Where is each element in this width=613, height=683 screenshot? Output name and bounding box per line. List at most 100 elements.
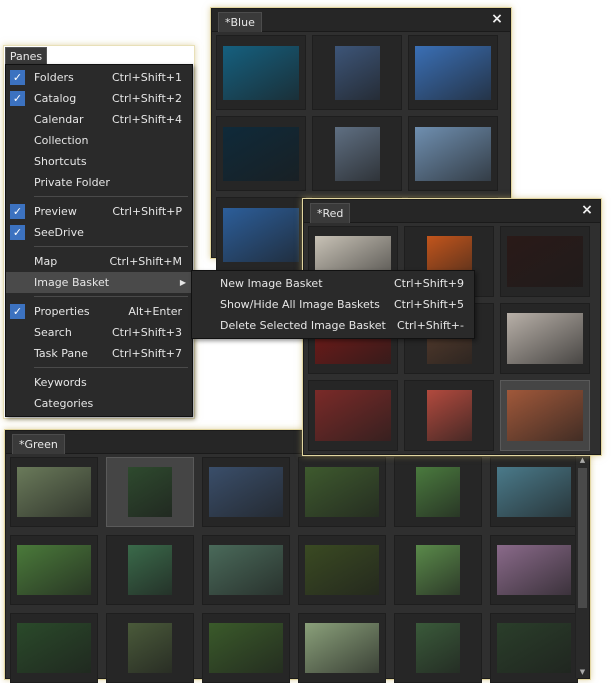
- thumbnail-cell[interactable]: [312, 35, 402, 110]
- menu-item-shortcut: Ctrl+Shift+2: [111, 92, 182, 105]
- check-icon: ✓: [10, 225, 25, 240]
- thumbnail-cell[interactable]: [408, 116, 498, 191]
- thumbnail-cell[interactable]: [308, 380, 398, 451]
- thumbnail-cell[interactable]: [500, 303, 590, 374]
- panes-menu-item-categories[interactable]: Categories: [6, 393, 192, 414]
- thumbnail-cell[interactable]: [298, 613, 386, 683]
- panes-menu-item-image-basket[interactable]: Image Basket ▶: [6, 272, 192, 293]
- panes-menu-item-collection[interactable]: Collection: [6, 130, 192, 151]
- red-basket-tab[interactable]: *Red: [310, 203, 351, 223]
- panes-menu-item-shortcuts[interactable]: Shortcuts: [6, 151, 192, 172]
- panes-menu-item-private-folder[interactable]: Private Folder: [6, 172, 192, 193]
- thumbnail-image: [315, 389, 391, 442]
- thumbnail-cell[interactable]: [216, 116, 306, 191]
- green-basket-tab[interactable]: *Green: [12, 434, 65, 454]
- thumbnail-cell[interactable]: [106, 535, 194, 605]
- thumbnail-cell[interactable]: [298, 535, 386, 605]
- blue-basket-tab[interactable]: *Blue: [218, 12, 262, 32]
- menu-item-label: Shortcuts: [34, 155, 87, 168]
- thumbnail-cell[interactable]: [298, 457, 386, 527]
- panes-menu: ✓ Folders Ctrl+Shift+1 ✓ Catalog Ctrl+Shift+2…: [5, 64, 193, 417]
- menu-item-shortcut: Ctrl+Shift+4: [111, 113, 182, 126]
- thumbnail-cell[interactable]: [106, 613, 194, 683]
- red-basket-titlebar[interactable]: *Red ×: [304, 200, 600, 223]
- thumbnail-cell[interactable]: [394, 457, 482, 527]
- check-icon: ✓: [10, 70, 25, 85]
- thumbnail-cell[interactable]: [394, 535, 482, 605]
- thumbnail-image: [416, 622, 460, 674]
- thumbnail-image: [416, 544, 460, 596]
- thumbnail-cell[interactable]: [216, 35, 306, 110]
- panes-menu-item-preview[interactable]: ✓ Preview Ctrl+Shift+P: [6, 201, 192, 222]
- thumbnail-image: [128, 622, 172, 674]
- thumbnail-cell[interactable]: [404, 380, 494, 451]
- panes-menu-item-keywords[interactable]: Keywords: [6, 372, 192, 393]
- menu-item-shortcut: Ctrl+Shift+7: [111, 347, 182, 360]
- thumbnail-cell[interactable]: [490, 535, 578, 605]
- panes-menu-item-map[interactable]: Map Ctrl+Shift+M: [6, 251, 192, 272]
- menu-separator: [34, 196, 188, 197]
- thumbnail-cell[interactable]: [10, 457, 98, 527]
- menu-item-shortcut: Ctrl+Shift+M: [109, 255, 183, 268]
- thumbnail-cell[interactable]: [490, 613, 578, 683]
- thumbnail-cell[interactable]: [10, 535, 98, 605]
- menu-item-shortcut: Ctrl+Shift+5: [393, 298, 464, 311]
- vertical-scrollbar[interactable]: ▲ ▼: [575, 454, 589, 678]
- menu-separator: [34, 246, 188, 247]
- thumbnail-cell[interactable]: [106, 457, 194, 527]
- menu-item-label: Catalog: [34, 92, 77, 105]
- thumbnail-image: [17, 466, 91, 518]
- panes-menu-item-search[interactable]: Search Ctrl+Shift+3: [6, 322, 192, 343]
- menu-item-shortcut: Alt+Enter: [128, 305, 182, 318]
- panes-menu-item-task-pane[interactable]: Task Pane Ctrl+Shift+7: [6, 343, 192, 364]
- menu-separator: [34, 296, 188, 297]
- menu-item-shortcut: Ctrl+Shift+P: [112, 205, 182, 218]
- thumbnail-cell[interactable]: [10, 613, 98, 683]
- thumbnail-cell[interactable]: [312, 116, 402, 191]
- panes-menu-item-seedrive[interactable]: ✓ SeeDrive: [6, 222, 192, 243]
- close-icon[interactable]: ×: [580, 202, 594, 218]
- green-basket-pane[interactable]: *Green ▲ ▼: [5, 430, 590, 683]
- thumbnail-cell[interactable]: [408, 35, 498, 110]
- thumbnail-cell[interactable]: [394, 613, 482, 683]
- thumbnail-image: [415, 126, 491, 181]
- panes-menu-item-folders[interactable]: ✓ Folders Ctrl+Shift+1: [6, 67, 192, 88]
- panes-menu-item-properties[interactable]: ✓ Properties Alt+Enter: [6, 301, 192, 322]
- menu-item-label: Folders: [34, 71, 74, 84]
- panes-menu-item-catalog[interactable]: ✓ Catalog Ctrl+Shift+2: [6, 88, 192, 109]
- thumbnail-image: [507, 312, 583, 365]
- close-icon[interactable]: ×: [490, 11, 504, 27]
- thumbnail-image: [223, 126, 299, 181]
- thumbnail-cell[interactable]: [202, 457, 290, 527]
- menu-item-label: Task Pane: [34, 347, 88, 360]
- submenu-item-new-image-basket[interactable]: New Image Basket Ctrl+Shift+9: [192, 273, 474, 294]
- thumbnail-cell[interactable]: [500, 380, 590, 451]
- thumbnail-cell[interactable]: [490, 457, 578, 527]
- thumbnail-image: [507, 235, 583, 288]
- chevron-right-icon: ▶: [179, 278, 186, 287]
- thumbnail-cell[interactable]: [500, 226, 590, 297]
- thumbnail-cell[interactable]: [202, 535, 290, 605]
- thumbnail-cell[interactable]: [216, 197, 306, 272]
- thumbnail-image: [17, 622, 91, 674]
- thumbnail-image: [305, 466, 379, 518]
- thumbnail-image: [334, 126, 380, 181]
- thumbnail-image: [209, 466, 283, 518]
- thumbnail-cell[interactable]: [202, 613, 290, 683]
- thumbnail-image: [415, 45, 491, 100]
- menu-item-label: Categories: [34, 397, 94, 410]
- blue-basket-titlebar[interactable]: *Blue ×: [212, 9, 510, 32]
- menu-item-label: Delete Selected Image Basket: [220, 319, 386, 332]
- scroll-down-icon[interactable]: ▼: [576, 666, 589, 678]
- submenu-item-show-hide-all-image-baskets[interactable]: Show/Hide All Image Baskets Ctrl+Shift+5: [192, 294, 474, 315]
- thumbnail-image: [209, 544, 283, 596]
- thumbnail-image: [334, 45, 380, 100]
- menu-item-label: Keywords: [34, 376, 87, 389]
- submenu-item-delete-selected-image-basket[interactable]: Delete Selected Image Basket Ctrl+Shift+-: [192, 315, 474, 336]
- panes-menu-item-calendar[interactable]: Calendar Ctrl+Shift+4: [6, 109, 192, 130]
- thumbnail-image: [305, 544, 379, 596]
- menu-item-label: Preview: [34, 205, 77, 218]
- scrollbar-thumb[interactable]: [578, 468, 587, 608]
- menu-separator: [34, 367, 188, 368]
- menu-item-label: Properties: [34, 305, 90, 318]
